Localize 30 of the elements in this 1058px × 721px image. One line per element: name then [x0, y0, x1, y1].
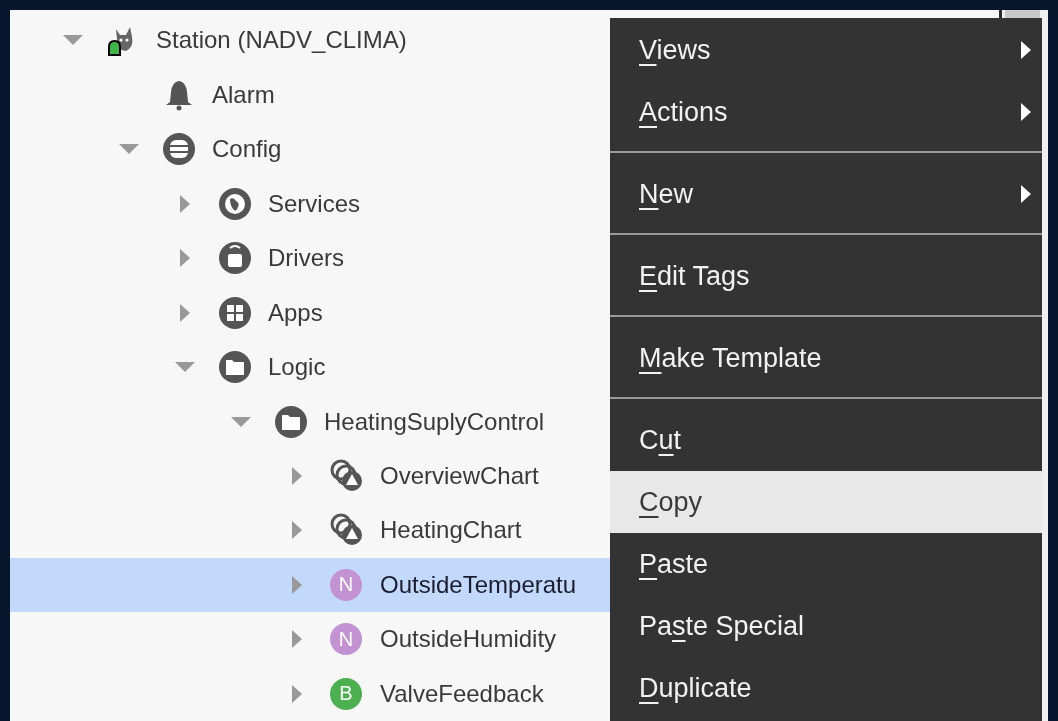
menu-item[interactable]: Copy	[610, 471, 1042, 533]
database-icon	[162, 132, 196, 167]
menu-item[interactable]: Make Template	[610, 327, 1042, 389]
node-label: Station (NADV_CLIMA)	[156, 26, 407, 55]
menu-item[interactable]: Views	[610, 19, 1042, 81]
menu-item[interactable]: Edit Tags	[610, 245, 1042, 307]
badge-icon: N	[330, 568, 362, 601]
node-label: OverviewChart	[380, 462, 539, 490]
node-label: ValveFeedback	[380, 679, 544, 708]
folder-icon	[274, 404, 308, 439]
node-label: Drivers	[268, 244, 344, 273]
badge-icon: B	[330, 677, 362, 710]
badge-icon: N	[330, 623, 362, 656]
globe-icon	[218, 186, 252, 221]
menu-item[interactable]: Cut	[610, 409, 1042, 471]
node-label: Logic	[268, 353, 326, 382]
node-label: HeatingChart	[380, 516, 522, 545]
node-label: Config	[212, 135, 282, 164]
node-label: HeatingSuplyControl	[324, 407, 545, 436]
node-label: OutsideTemperatu	[380, 570, 577, 599]
node-label: Apps	[268, 298, 323, 327]
plug-icon	[218, 241, 252, 276]
node-label: Alarm	[212, 80, 275, 109]
folder-icon	[218, 350, 252, 385]
node-label: Services	[268, 189, 361, 218]
menu-item[interactable]: Duplicate	[610, 657, 1042, 719]
grid-icon	[218, 295, 252, 330]
node-label: OutsideHumidity	[380, 625, 557, 654]
stacked-circles-icon	[330, 513, 364, 548]
stacked-circles-icon	[330, 459, 364, 493]
